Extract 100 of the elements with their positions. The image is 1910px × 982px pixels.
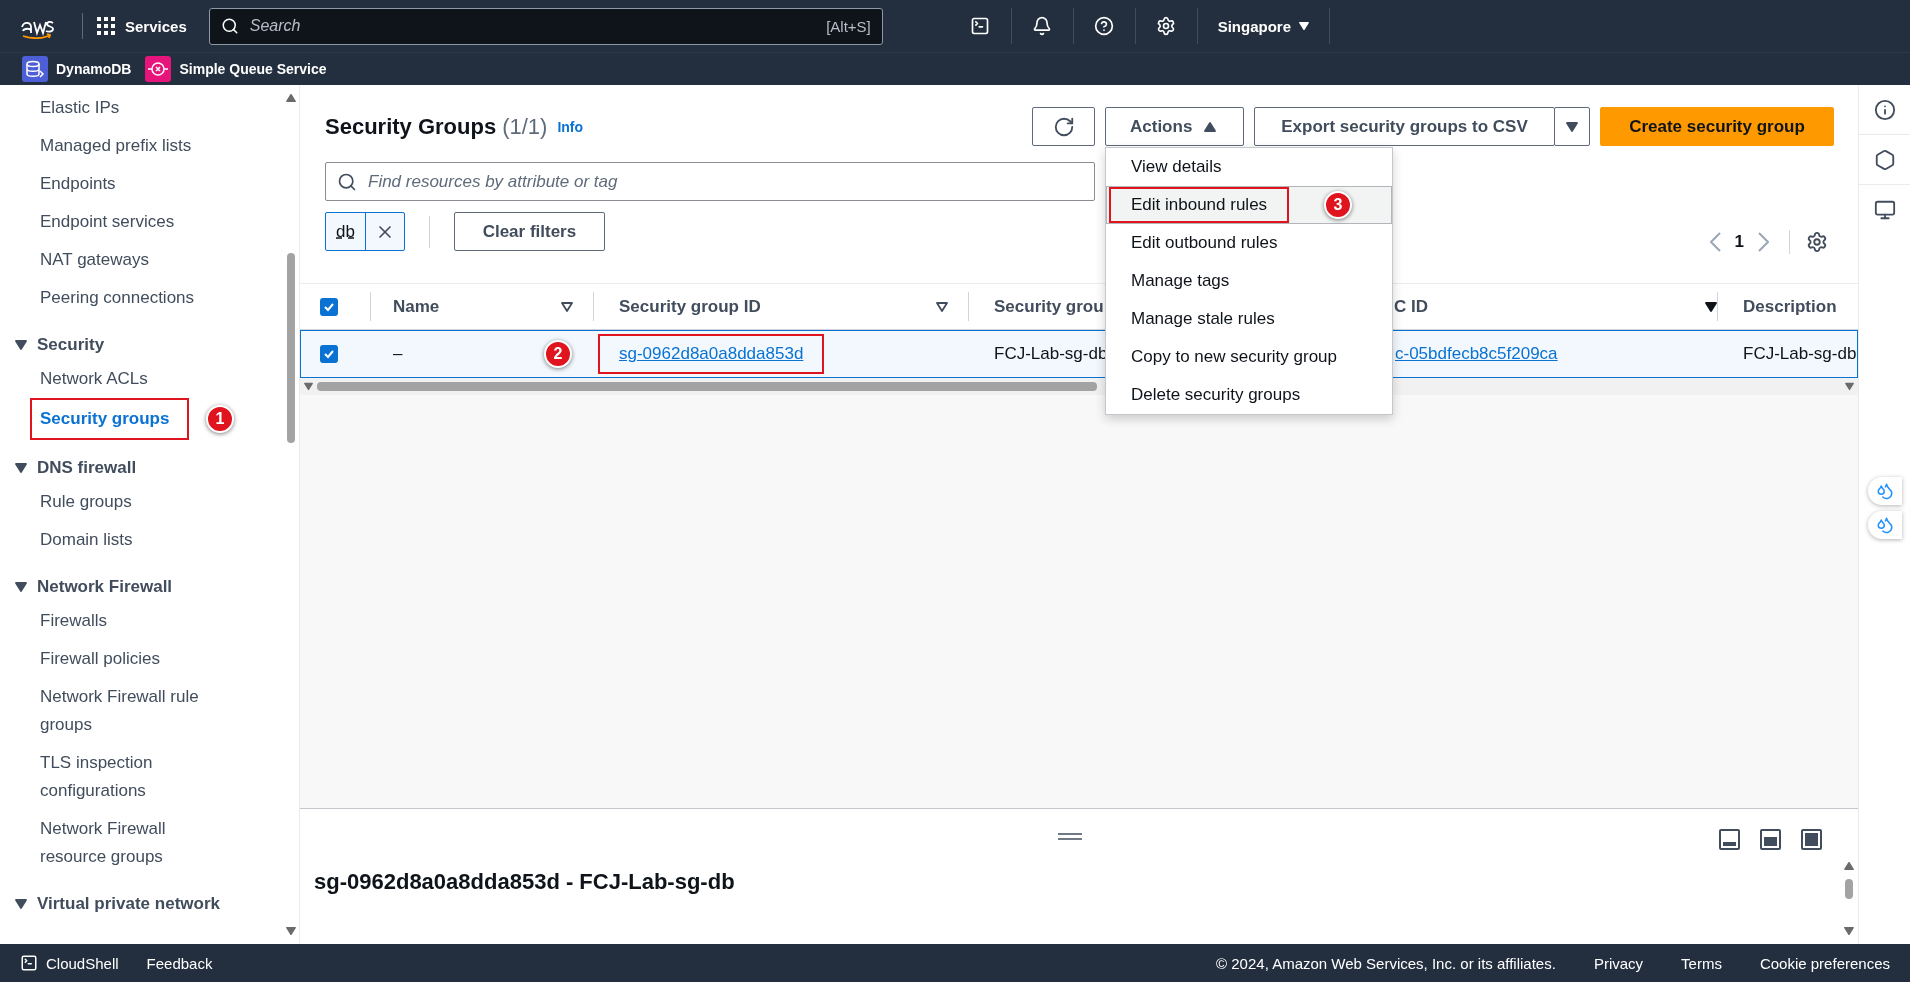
create-button[interactable]: Create security group [1600, 107, 1834, 146]
sidebar-item[interactable]: Security groups [40, 400, 180, 438]
sidebar-item[interactable]: Network Firewall rule groups [0, 678, 235, 744]
footer-link[interactable]: Terms [1681, 954, 1722, 972]
panel-title: sg-0962d8a0a8dda853d - FCJ-Lab-sg-db [314, 869, 736, 895]
scrollbar-thumb[interactable] [287, 253, 295, 443]
resize-handle[interactable] [1058, 833, 1082, 841]
database-icon [22, 56, 48, 82]
droplets-icon [1876, 516, 1894, 534]
actions-button[interactable]: Actions [1105, 107, 1244, 146]
column-header[interactable]: Security group ID [593, 292, 968, 321]
count: (1/1) [502, 113, 548, 140]
sidebar-item[interactable]: Endpoint services [0, 203, 235, 241]
shortcut-hint: [Alt+S] [826, 17, 871, 35]
favorite-link[interactable]: Simple Queue Service [145, 56, 327, 82]
terminal-icon [970, 16, 991, 36]
scroll-up-icon [1844, 861, 1854, 871]
refresh-icon [1052, 115, 1075, 138]
footer-link[interactable]: Cookie preferences [1759, 954, 1890, 972]
footer-link[interactable]: CloudShell [20, 954, 119, 972]
section-header[interactable]: DNS firewall [0, 453, 137, 483]
scroll-right-icon [1845, 382, 1854, 391]
sort-icon [1705, 300, 1717, 313]
callout-badge: 3 [1324, 191, 1352, 219]
sidebar-item[interactable]: Managed prefix lists [0, 127, 235, 165]
section-header[interactable]: Security [0, 330, 105, 360]
section-header[interactable]: Virtual private network [0, 889, 220, 919]
column-header[interactable]: C ID [1390, 292, 1717, 321]
services-button[interactable]: Services [97, 17, 187, 35]
panel-full-button[interactable] [1801, 828, 1822, 850]
copyright: © 2024, Amazon Web Services, Inc. or its affiliates. [1216, 954, 1556, 972]
sidebar-item[interactable]: Elastic IPs [0, 89, 235, 127]
filter-token[interactable]: db [325, 212, 405, 251]
region-selector[interactable]: Singapore [1197, 8, 1330, 44]
caret-icon [1299, 21, 1309, 31]
sidebar-item[interactable]: Rule groups [0, 483, 235, 521]
caret-icon [15, 898, 27, 910]
chevron-left-icon [1709, 231, 1721, 252]
page-title: Security Groups [325, 113, 497, 140]
monitor-icon [1873, 199, 1896, 221]
callout-badge: 2 [544, 340, 572, 368]
scroll-up-icon [286, 93, 296, 103]
sidebar-item[interactable]: Firewall policies [0, 640, 235, 678]
info-icon [1873, 98, 1896, 121]
footer-link[interactable]: Feedback [146, 954, 213, 972]
menu-item[interactable]: Delete security groups [1106, 376, 1392, 414]
panel-side-button[interactable] [1760, 828, 1781, 850]
page-number[interactable]: 1 [1734, 231, 1744, 252]
table-link[interactable]: c-05bdfecb8c5f209ca [1395, 344, 1558, 364]
checkbox[interactable] [320, 297, 338, 316]
scroll-down-icon [1844, 926, 1854, 936]
export-button[interactable]: Export security groups to CSV [1254, 107, 1555, 146]
menu-item[interactable]: View details [1106, 148, 1392, 186]
export-dropdown-button[interactable] [1554, 107, 1590, 146]
scroll-left-icon [304, 382, 313, 391]
sidebar-item[interactable]: NAT gateways [0, 241, 235, 279]
section-header[interactable]: Network Firewall [0, 572, 173, 602]
caret-icon [15, 462, 27, 474]
checkbox[interactable] [320, 345, 338, 363]
clear-filters-button[interactable]: Clear filters [453, 212, 605, 251]
info-link[interactable]: Info [557, 118, 584, 135]
sidebar-item[interactable]: Endpoints [0, 165, 235, 203]
settings-icon [1806, 230, 1828, 253]
menu-item[interactable]: Manage tags [1106, 262, 1392, 300]
sort-icon [561, 300, 573, 313]
sidebar-item[interactable]: Domain lists [0, 521, 235, 559]
menu-item[interactable]: Edit outbound rules [1106, 224, 1392, 262]
chevron-right-icon [1758, 231, 1769, 252]
sidebar-item[interactable]: TLS inspection configurations [0, 744, 235, 810]
search-field[interactable]: Find resources by attribute or tag [325, 162, 1095, 201]
refresh-button[interactable] [1032, 107, 1095, 146]
menu-item[interactable]: Edit inbound rules 3 [1106, 186, 1392, 224]
column-header[interactable]: Security grou [968, 292, 1103, 321]
queue-icon [145, 56, 172, 82]
caret-icon [1204, 120, 1217, 133]
column-header[interactable]: Name [370, 292, 593, 321]
extension-button[interactable] [1868, 477, 1902, 505]
help-icon [1094, 16, 1115, 36]
footer-link[interactable]: Privacy [1593, 954, 1644, 972]
sidebar-item[interactable]: Firewalls [0, 602, 235, 640]
menu-item[interactable]: Manage stale rules [1106, 300, 1392, 338]
sidebar-item[interactable]: Network Firewall resource groups [0, 810, 235, 876]
table-link[interactable]: sg-0962d8a0a8dda853d [619, 344, 804, 364]
grid-icon [97, 17, 115, 35]
bell-icon [1032, 16, 1053, 36]
panel-bottom-button[interactable] [1719, 828, 1740, 850]
search-icon [337, 171, 357, 192]
table-cell: – [393, 344, 403, 364]
settings-icon [1156, 16, 1177, 36]
sidebar-item[interactable]: Peering connections [0, 279, 235, 317]
table-cell: FCJ-Lab-sg-db [994, 344, 1108, 364]
caret-icon [1566, 120, 1578, 133]
search-icon [220, 17, 239, 35]
terminal-icon [20, 954, 38, 972]
scrollbar-thumb[interactable] [1845, 878, 1853, 899]
scroll-down-icon [286, 926, 296, 936]
favorite-link[interactable]: DynamoDB [22, 56, 132, 82]
extension-button[interactable] [1868, 511, 1902, 539]
menu-item[interactable]: Copy to new security group [1106, 338, 1392, 376]
sidebar-item[interactable]: Network ACLs [0, 360, 235, 398]
